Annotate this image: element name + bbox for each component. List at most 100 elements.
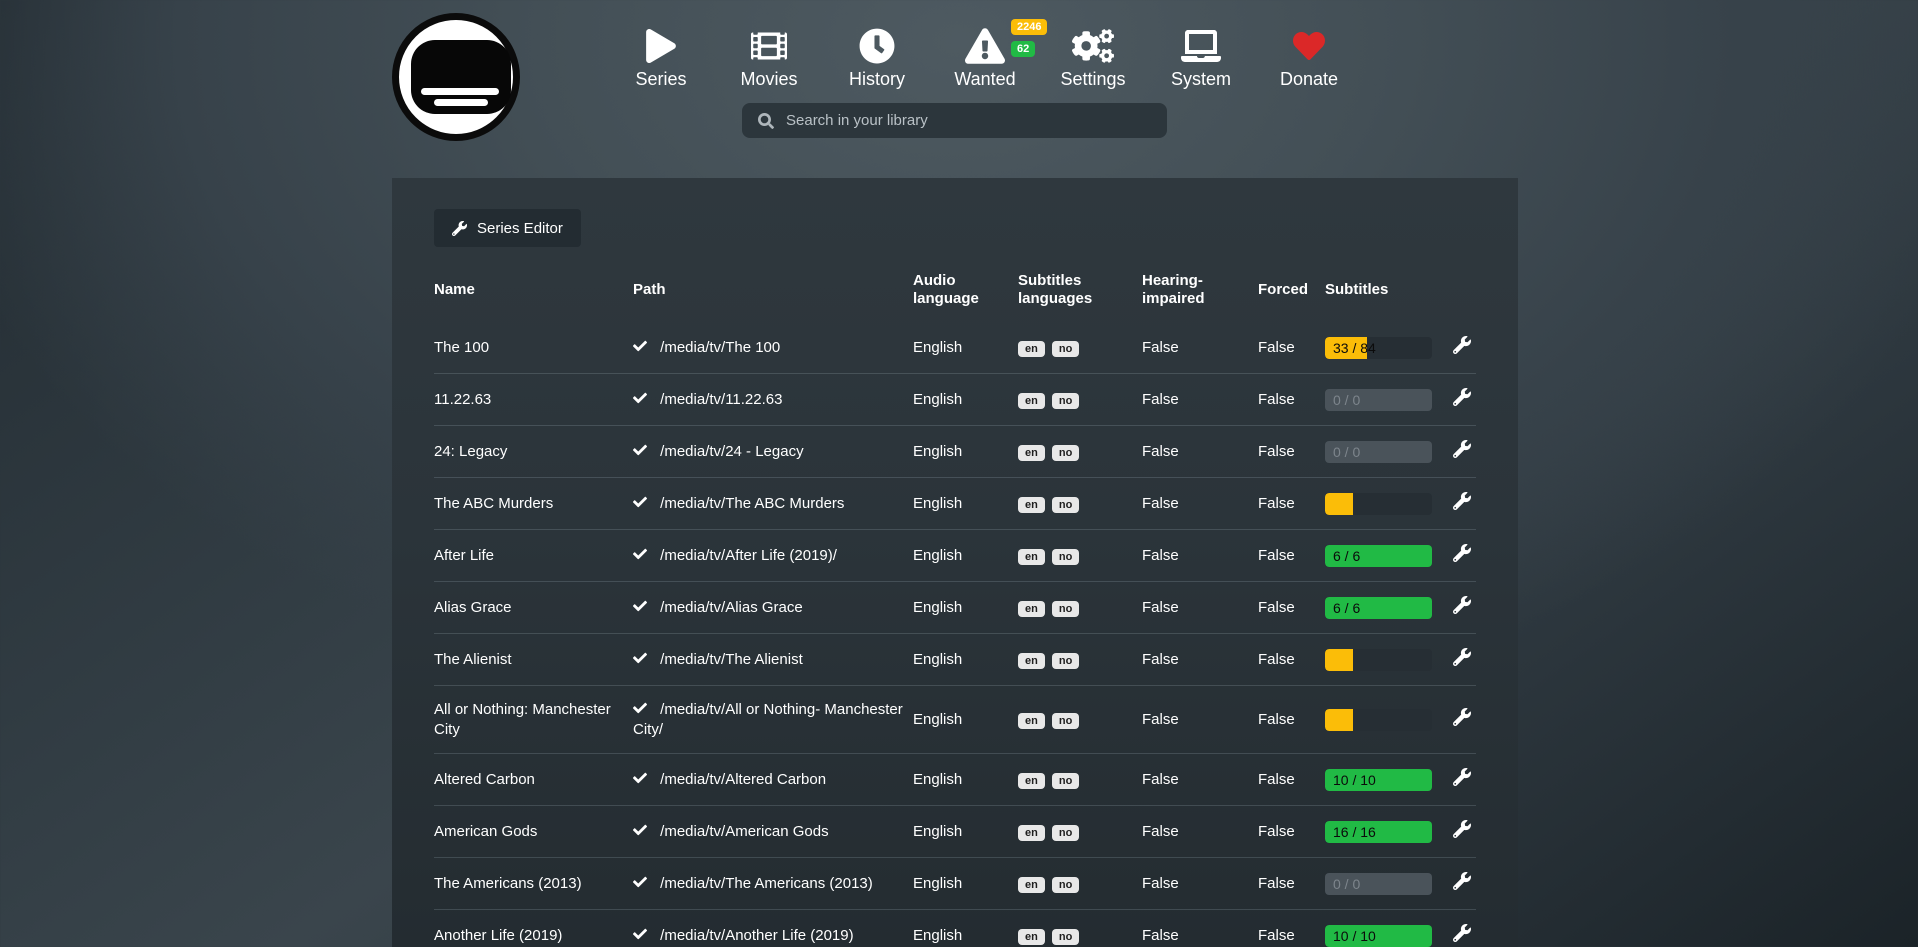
forced-value: False (1258, 374, 1325, 426)
language-badge-en: en (1018, 549, 1045, 565)
edit-series-button[interactable] (1453, 440, 1471, 458)
series-path: /media/tv/American Gods (633, 806, 913, 858)
subtitles-progress-bar: 6 / 6 (1325, 545, 1432, 567)
library-search (742, 103, 1167, 138)
series-path: /media/tv/24 - Legacy (633, 426, 913, 478)
series-name: All or Nothing: Manchester City (434, 686, 633, 754)
nav-item-donate[interactable]: Donate (1255, 26, 1363, 90)
forced-value: False (1258, 754, 1325, 806)
series-path-text: /media/tv/11.22.63 (656, 391, 782, 408)
series-path: /media/tv/Another Life (2019) (633, 910, 913, 947)
wrench-icon (1453, 872, 1471, 890)
series-name: Another Life (2019) (434, 910, 633, 947)
edit-series-button[interactable] (1453, 768, 1471, 786)
forced-value: False (1258, 322, 1325, 374)
logo-subtitle-line (421, 88, 499, 95)
check-icon (633, 927, 647, 941)
forced-value: False (1258, 582, 1325, 634)
nav-item-wanted[interactable]: Wanted 2246 62 (931, 26, 1039, 90)
edit-series-button[interactable] (1453, 872, 1471, 890)
header-audio-language: Audio language (913, 262, 1018, 322)
series-path-text: /media/tv/All or Nothing- Manchester Cit… (633, 701, 903, 738)
series-editor-button[interactable]: Series Editor (434, 209, 581, 247)
actions-cell (1453, 806, 1476, 858)
series-name: The Alienist (434, 634, 633, 686)
series-name: Alias Grace (434, 582, 633, 634)
progress-label: 10 / 10 (1333, 769, 1376, 791)
series-path-text: /media/tv/The 100 (656, 339, 780, 356)
language-badge-en: en (1018, 497, 1045, 513)
language-badge-en: en (1018, 445, 1045, 461)
language-badge-no: no (1052, 601, 1079, 617)
subtitles-languages: enno (1018, 686, 1142, 754)
progress-label: 0 / 0 (1333, 441, 1360, 463)
edit-series-button[interactable] (1453, 336, 1471, 354)
nav-item-system[interactable]: System (1147, 26, 1255, 90)
edit-series-button[interactable] (1453, 648, 1471, 666)
hearing-impaired-value: False (1142, 374, 1258, 426)
edit-series-button[interactable] (1453, 596, 1471, 614)
nav-item-history[interactable]: History (823, 26, 931, 90)
edit-series-button[interactable] (1453, 388, 1471, 406)
audio-language: English (913, 426, 1018, 478)
hearing-impaired-value: False (1142, 910, 1258, 947)
nav-label: Movies (740, 69, 797, 90)
actions-cell (1453, 754, 1476, 806)
forced-value: False (1258, 530, 1325, 582)
edit-series-button[interactable] (1453, 708, 1471, 726)
series-editor-panel: Series Editor Name Path Audio language S… (392, 178, 1518, 947)
language-badge-no: no (1052, 497, 1079, 513)
actions-cell (1453, 858, 1476, 910)
forced-value: False (1258, 806, 1325, 858)
subtitles-languages: enno (1018, 806, 1142, 858)
hearing-impaired-value: False (1142, 634, 1258, 686)
subtitles-progress-bar (1325, 649, 1432, 671)
progress-label: 16 / 16 (1333, 821, 1376, 843)
subtitles-progress-cell: 0 / 0 (1325, 426, 1453, 478)
series-name: Altered Carbon (434, 754, 633, 806)
subtitles-languages: enno (1018, 858, 1142, 910)
series-name: 11.22.63 (434, 374, 633, 426)
progress-label: 0 / 0 (1333, 873, 1360, 895)
series-path: /media/tv/The Americans (2013) (633, 858, 913, 910)
check-icon (633, 701, 647, 715)
subtitles-progress-cell (1325, 634, 1453, 686)
search-input[interactable] (786, 112, 1167, 129)
language-badge-en: en (1018, 877, 1045, 893)
edit-series-button[interactable] (1453, 820, 1471, 838)
table-row: The Alienist /media/tv/The Alienist Engl… (434, 634, 1476, 686)
edit-series-button[interactable] (1453, 544, 1471, 562)
table-row: Altered Carbon /media/tv/Altered Carbon … (434, 754, 1476, 806)
actions-cell (1453, 478, 1476, 530)
forced-value: False (1258, 686, 1325, 754)
actions-cell (1453, 582, 1476, 634)
bazarr-logo[interactable] (392, 13, 520, 141)
subtitles-progress-cell (1325, 478, 1453, 530)
nav-item-series[interactable]: Series (607, 26, 715, 90)
series-path-text: /media/tv/After Life (2019)/ (656, 547, 837, 564)
nav-item-movies[interactable]: Movies (715, 26, 823, 90)
computer-icon (1181, 26, 1221, 66)
forced-value: False (1258, 634, 1325, 686)
language-badge-en: en (1018, 653, 1045, 669)
actions-cell (1453, 634, 1476, 686)
header-hearing-impaired: Hearing-impaired (1142, 262, 1258, 322)
progress-label: 33 / 84 (1333, 337, 1376, 359)
language-badge-no: no (1052, 341, 1079, 357)
subtitles-progress-bar: 10 / 10 (1325, 925, 1432, 947)
table-row: The Americans (2013) /media/tv/The Ameri… (434, 858, 1476, 910)
nav-item-settings[interactable]: Settings (1039, 26, 1147, 90)
subtitles-progress-bar: 0 / 0 (1325, 441, 1432, 463)
table-row: 11.22.63 /media/tv/11.22.63 English enno… (434, 374, 1476, 426)
table-row: The ABC Murders /media/tv/The ABC Murder… (434, 478, 1476, 530)
check-icon (633, 771, 647, 785)
edit-series-button[interactable] (1453, 492, 1471, 510)
edit-series-button[interactable] (1453, 924, 1471, 942)
warning-triangle-icon (965, 26, 1005, 66)
wrench-icon (1453, 492, 1471, 510)
series-path: /media/tv/Altered Carbon (633, 754, 913, 806)
audio-language: English (913, 858, 1018, 910)
audio-language: English (913, 806, 1018, 858)
progress-label: 6 / 6 (1333, 597, 1360, 619)
subtitles-progress-bar: 6 / 6 (1325, 597, 1432, 619)
